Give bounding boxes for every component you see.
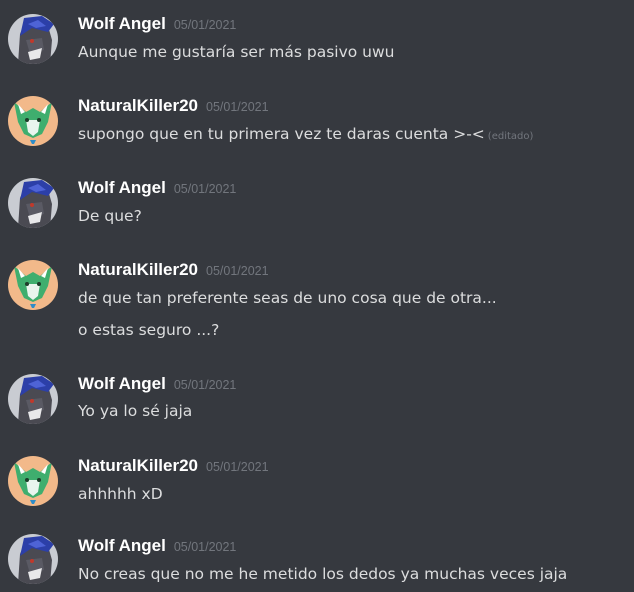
- timestamp: 05/01/2021: [173, 378, 237, 392]
- green-fox-avatar[interactable]: [8, 260, 58, 310]
- timestamp: 05/01/2021: [173, 182, 237, 196]
- wolf-avatar[interactable]: [8, 534, 58, 584]
- wolf-avatar[interactable]: [8, 374, 58, 424]
- timestamp: 05/01/2021: [173, 18, 237, 32]
- author-name[interactable]: Wolf Angel: [78, 536, 166, 555]
- message-group: Wolf Angel 05/01/2021 Yo ya lo sé jaja: [0, 360, 634, 440]
- message-group: Wolf Angel 05/01/2021 No creas que no me …: [0, 522, 634, 592]
- message-text: supongo que en tu primera vez te daras c…: [78, 124, 533, 147]
- username[interactable]: NaturalKiller20 05/01/2021: [78, 96, 269, 117]
- timestamp: 05/01/2021: [173, 540, 237, 554]
- username[interactable]: NaturalKiller20 05/01/2021: [78, 456, 269, 477]
- message-text: Yo ya lo sé jaja: [78, 402, 193, 420]
- username[interactable]: Wolf Angel 05/01/2021: [78, 178, 236, 199]
- author-name[interactable]: Wolf Angel: [78, 178, 166, 197]
- timestamp: 05/01/2021: [206, 264, 269, 278]
- message-text: Aunque me gustaría ser más pasivo uwu: [78, 43, 395, 61]
- username[interactable]: Wolf Angel 05/01/2021: [78, 536, 236, 557]
- message-group: NaturalKiller20 05/01/2021 ahhhhh xD: [0, 442, 634, 522]
- author-name[interactable]: NaturalKiller20: [78, 96, 198, 115]
- author-name[interactable]: NaturalKiller20: [78, 260, 198, 279]
- username[interactable]: Wolf Angel 05/01/2021: [78, 374, 236, 395]
- author-name[interactable]: Wolf Angel: [78, 374, 166, 393]
- edited-label: (editado): [487, 131, 534, 142]
- message-text: de que tan preferente seas de uno cosa q…: [78, 289, 497, 307]
- wolf-avatar[interactable]: [8, 14, 58, 64]
- username[interactable]: NaturalKiller20 05/01/2021: [78, 260, 269, 281]
- author-name[interactable]: NaturalKiller20: [78, 456, 198, 475]
- wolf-avatar[interactable]: [8, 178, 58, 228]
- message-group: Wolf Angel 05/01/2021 Aunque me gustaría …: [0, 0, 634, 80]
- message-text: No creas que no me he metido los dedos y…: [78, 565, 568, 583]
- message-group: NaturalKiller20 05/01/2021 supongo que en…: [0, 82, 634, 162]
- timestamp: 05/01/2021: [206, 100, 269, 114]
- message-group: Wolf Angel 05/01/2021 De que?: [0, 164, 634, 244]
- green-fox-avatar[interactable]: [8, 456, 58, 506]
- chat-message-list: Wolf Angel 05/01/2021 Aunque me gustaría …: [0, 0, 634, 592]
- green-fox-avatar[interactable]: [8, 96, 58, 146]
- message-text: De que?: [78, 207, 142, 225]
- username[interactable]: Wolf Angel 05/01/2021: [78, 14, 236, 35]
- message-text: o estas seguro ...?: [78, 321, 220, 339]
- author-name[interactable]: Wolf Angel: [78, 14, 166, 33]
- message-text: ahhhhh xD: [78, 485, 163, 503]
- timestamp: 05/01/2021: [206, 460, 269, 474]
- message-group: NaturalKiller20 05/01/2021 de que tan pre…: [0, 246, 634, 354]
- message-content: supongo que en tu primera vez te daras c…: [78, 125, 485, 143]
